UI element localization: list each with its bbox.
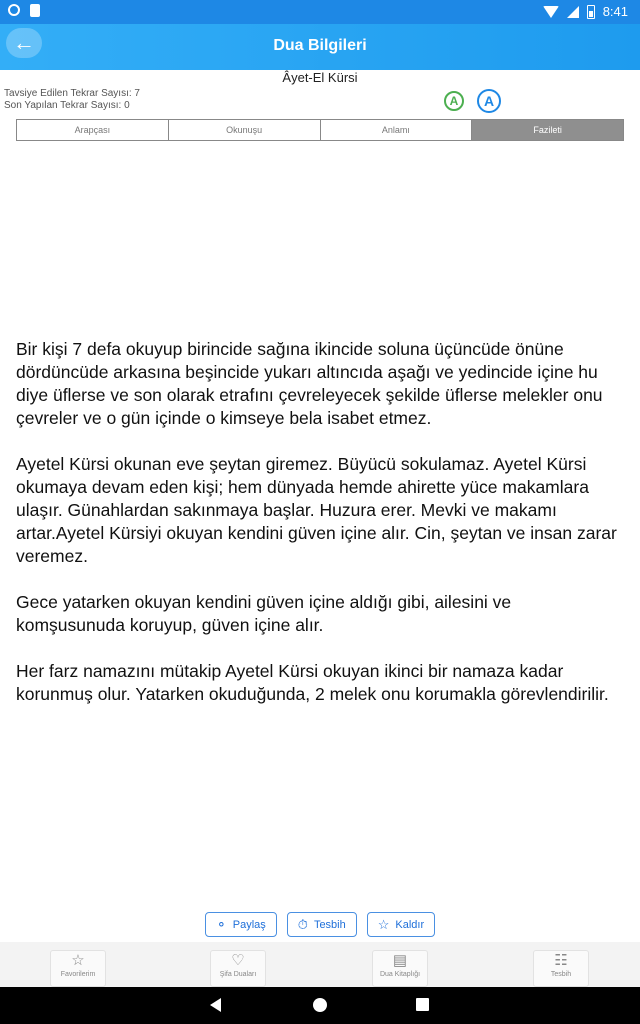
timer-icon: ⏱ xyxy=(297,916,308,932)
recommended-count: Tavsiye Edilen Tekrar Sayısı: 7 xyxy=(4,88,140,99)
font-increase-button[interactable]: A xyxy=(477,89,501,113)
content-paragraph: Ayetel Kürsi okunan eve şeytan giremez. … xyxy=(16,454,617,566)
system-back-icon[interactable] xyxy=(210,998,221,1012)
system-navigation-bar xyxy=(0,987,640,1024)
signal-icon xyxy=(566,5,579,18)
tab-reading[interactable]: Okunuşu xyxy=(168,120,321,140)
remove-favorite-button[interactable]: ☆ Kaldır xyxy=(366,912,436,937)
share-button[interactable]: ⚬ Paylaş xyxy=(204,912,277,937)
repeat-counts: Tavsiye Edilen Tekrar Sayısı: 7 Son Yapı… xyxy=(4,88,140,112)
wifi-icon xyxy=(542,5,559,18)
prayer-title: Âyet-El Kürsi xyxy=(282,70,358,85)
tab-meaning[interactable]: Anlamı xyxy=(320,120,473,140)
status-bar: 8:41 xyxy=(0,0,640,24)
nav-favorites[interactable]: ☆ Favorilerim xyxy=(50,950,106,987)
star-icon: ☆ xyxy=(71,952,85,969)
page-title: Dua Bilgileri xyxy=(273,37,367,54)
tesbih-button[interactable]: ⏱ Tesbih xyxy=(286,912,357,937)
content-paragraph: Bir kişi 7 defa okuyup birincide sağına … xyxy=(16,339,603,428)
nav-healing-prayers[interactable]: ♡ Şifa Duaları xyxy=(210,950,266,987)
counter-icon: ☷ xyxy=(554,952,568,969)
content-paragraph: Her farz namazını mütakip Ayetel Kürsi o… xyxy=(16,661,609,704)
library-icon: ▤ xyxy=(392,952,408,969)
star-icon: ☆ xyxy=(377,916,390,932)
content-paragraph: Gece yatarken okuyan kendini güven içine… xyxy=(16,592,512,635)
last-count: Son Yapılan Tekrar Sayısı: 0 xyxy=(4,100,130,111)
system-home-icon[interactable] xyxy=(313,998,327,1012)
tab-bar: Arapçası Okunuşu Anlamı Fazileti xyxy=(16,119,624,141)
app-bar: ← Dua Bilgileri xyxy=(0,24,640,70)
tab-virtue[interactable]: Fazileti xyxy=(472,120,623,140)
bottom-navigation: ☆ Favorilerim ♡ Şifa Duaları ▤ Dua Kitap… xyxy=(0,942,640,987)
book-heart-icon: ♡ xyxy=(231,952,245,969)
action-bar: ⚬ Paylaş ⏱ Tesbih ☆ Kaldır xyxy=(0,912,640,937)
sd-card-icon xyxy=(30,4,40,17)
nav-prayer-library[interactable]: ▤ Dua Kitaplığı xyxy=(372,950,428,987)
share-icon: ⚬ xyxy=(215,916,227,932)
tab-arabic[interactable]: Arapçası xyxy=(17,120,169,140)
system-recents-icon[interactable] xyxy=(416,998,429,1011)
clock: 8:41 xyxy=(602,4,628,19)
virtue-content: Bir kişi 7 defa okuyup birincide sağına … xyxy=(16,338,624,729)
battery-icon xyxy=(586,4,595,19)
nav-tesbih[interactable]: ☷ Tesbih xyxy=(533,950,589,987)
notification-icon xyxy=(8,4,20,16)
font-decrease-button[interactable]: A xyxy=(444,91,464,111)
